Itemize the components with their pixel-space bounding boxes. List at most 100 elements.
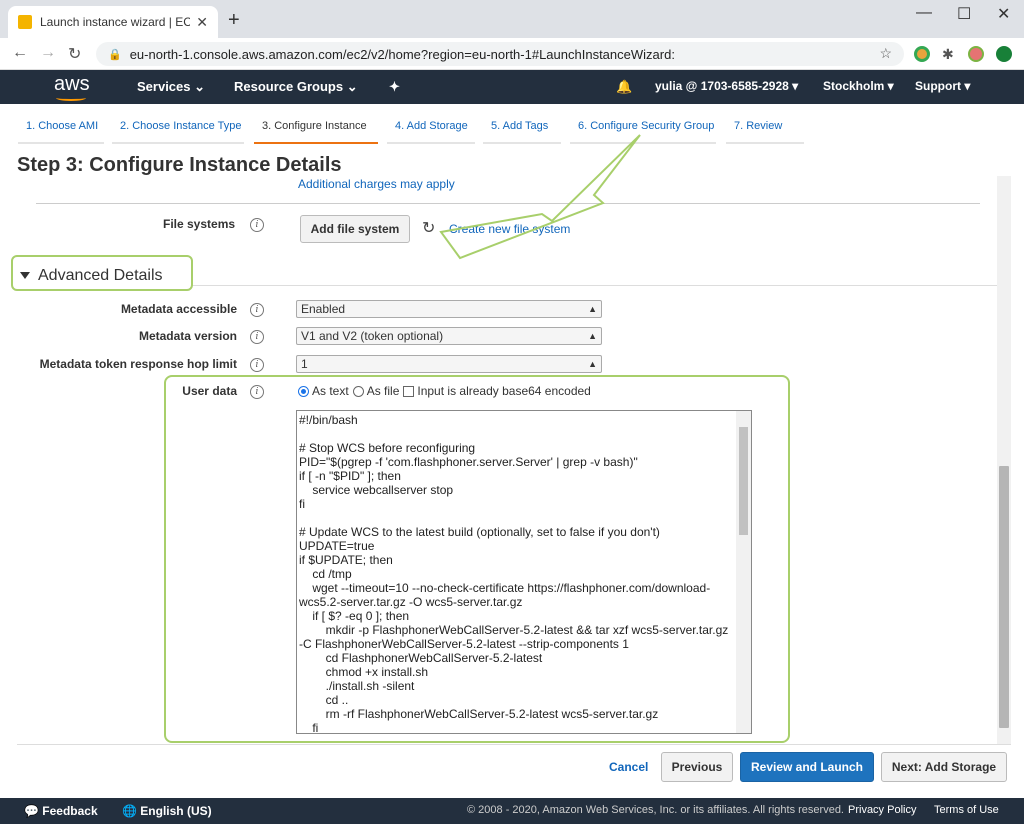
- info-icon[interactable]: i: [250, 303, 264, 317]
- aws-smile-icon: [56, 95, 86, 101]
- base64-checkbox[interactable]: [403, 385, 415, 397]
- url-text: eu-north-1.console.aws.amazon.com/ec2/v2…: [129, 46, 675, 62]
- address-bar[interactable]: 🔒 eu-north-1.console.aws.amazon.com/ec2/…: [96, 42, 904, 66]
- aws-logo-text: aws: [54, 73, 90, 95]
- profile-avatar-icon[interactable]: [968, 46, 984, 62]
- privacy-policy-link[interactable]: Privacy Policy: [848, 804, 916, 816]
- pin-icon[interactable]: ✦: [389, 79, 400, 95]
- services-menu[interactable]: Services ⌄: [137, 79, 205, 95]
- extension-1-icon[interactable]: [914, 46, 930, 62]
- page-scrollbar[interactable]: [997, 176, 1011, 744]
- update-icon[interactable]: [996, 46, 1012, 62]
- browser-tab[interactable]: Launch instance wizard | EC2 Ma ✕: [8, 6, 218, 38]
- browser-toolbar: ← → ↻ 🔒 eu-north-1.console.aws.amazon.co…: [0, 38, 1024, 70]
- step-choose-ami[interactable]: 1. Choose AMI: [26, 120, 98, 132]
- as-file-radio[interactable]: [352, 385, 364, 397]
- refresh-icon[interactable]: ↻: [422, 218, 435, 238]
- select-arrows-icon: ▲: [588, 331, 597, 341]
- as-file-label: As file: [366, 384, 400, 398]
- divider: [36, 203, 980, 204]
- services-label: Services: [137, 79, 191, 94]
- back-icon[interactable]: ←: [12, 44, 28, 62]
- info-icon[interactable]: i: [250, 358, 264, 372]
- divider: [17, 744, 1011, 745]
- step-underline: [18, 142, 104, 144]
- support-label: Support: [915, 79, 961, 93]
- step-add-tags[interactable]: 5. Add Tags: [491, 120, 548, 132]
- copyright-text: © 2008 - 2020, Amazon Web Services, Inc.…: [467, 804, 844, 816]
- region-menu[interactable]: Stockholm ▾: [823, 79, 894, 93]
- additional-charges-link[interactable]: Additional charges may apply: [298, 177, 455, 191]
- aws-navbar: aws Services ⌄ Resource Groups ⌄ ✦ 🔔 yul…: [0, 70, 1024, 104]
- metadata-accessible-select[interactable]: Enabled ▲: [296, 300, 602, 318]
- textarea-scroll-thumb[interactable]: [739, 427, 748, 535]
- extensions-puzzle-icon[interactable]: ✱: [942, 46, 958, 62]
- advanced-details-toggle[interactable]: Advanced Details: [20, 267, 163, 285]
- new-tab-icon[interactable]: +: [228, 9, 240, 32]
- maximize-icon[interactable]: ☐: [957, 4, 971, 24]
- minimize-icon[interactable]: —: [916, 4, 932, 22]
- step-choose-instance-type[interactable]: 2. Choose Instance Type: [120, 120, 242, 132]
- terms-of-use-link[interactable]: Terms of Use: [934, 804, 999, 816]
- feedback-link[interactable]: 💬 Feedback: [24, 804, 98, 818]
- resource-groups-menu[interactable]: Resource Groups ⌄: [234, 79, 358, 95]
- account-menu[interactable]: yulia @ 1703-6585-2928 ▾: [655, 79, 798, 93]
- review-and-launch-button[interactable]: Review and Launch: [740, 752, 874, 782]
- language-selector[interactable]: 🌐 English (US): [122, 804, 212, 818]
- as-text-label: As text: [312, 384, 349, 398]
- metadata-version-select[interactable]: V1 and V2 (token optional) ▲: [296, 327, 602, 345]
- wizard-steps: 1. Choose AMI 2. Choose Instance Type 3.…: [0, 104, 1024, 146]
- step-underline: [570, 142, 716, 144]
- select-value: V1 and V2 (token optional): [301, 329, 444, 343]
- aws-favicon-icon: [18, 15, 32, 29]
- arrow-shape: [439, 134, 641, 260]
- step-review[interactable]: 7. Review: [734, 120, 782, 132]
- next-add-storage-button[interactable]: Next: Add Storage: [881, 752, 1007, 782]
- page-scroll-thumb[interactable]: [999, 466, 1009, 728]
- create-file-system-link[interactable]: Create new file system: [449, 222, 570, 236]
- info-icon[interactable]: i: [250, 218, 264, 232]
- page-title: Step 3: Configure Instance Details: [17, 154, 342, 176]
- add-file-system-button[interactable]: Add file system: [300, 215, 410, 243]
- step-underline: [483, 142, 561, 144]
- file-systems-label: File systems: [163, 217, 236, 231]
- hop-limit-label: Metadata token response hop limit: [39, 357, 237, 371]
- select-arrows-icon: ▲: [588, 359, 597, 369]
- select-value: Enabled: [301, 302, 346, 316]
- step-configure-security-group[interactable]: 6. Configure Security Group: [578, 120, 714, 132]
- select-value: 1: [301, 357, 308, 371]
- previous-button[interactable]: Previous: [661, 752, 733, 782]
- advanced-details-title: Advanced Details: [38, 267, 163, 284]
- browser-tab-strip: Launch instance wizard | EC2 Ma ✕ + — ☐ …: [0, 0, 1024, 38]
- support-menu[interactable]: Support ▾: [915, 79, 970, 93]
- lock-icon: 🔒: [108, 48, 122, 61]
- account-label: yulia @ 1703-6585-2928: [655, 79, 789, 93]
- step-underline: [387, 142, 475, 144]
- metadata-version-label: Metadata version: [138, 329, 237, 343]
- as-text-radio[interactable]: [298, 385, 309, 397]
- feedback-label: Feedback: [42, 804, 98, 818]
- bell-icon[interactable]: 🔔: [616, 79, 632, 95]
- info-icon[interactable]: i: [250, 330, 264, 344]
- language-label: English (US): [140, 804, 212, 818]
- aws-footer: 💬 Feedback 🌐 English (US) © 2008 - 2020,…: [0, 798, 1024, 824]
- step-configure-instance[interactable]: 3. Configure Instance: [262, 120, 367, 132]
- cancel-button[interactable]: Cancel: [609, 760, 648, 774]
- textarea-scrollbar[interactable]: [736, 411, 751, 733]
- tab-close-icon[interactable]: ✕: [196, 14, 208, 31]
- user-data-content: #!/bin/bash # Stop WCS before reconfigur…: [299, 413, 729, 734]
- info-icon[interactable]: i: [250, 385, 264, 399]
- reload-icon[interactable]: ↻: [68, 44, 81, 64]
- bookmark-star-icon[interactable]: ☆: [879, 45, 892, 62]
- resource-groups-label: Resource Groups: [234, 79, 344, 94]
- window-close-icon[interactable]: ✕: [997, 4, 1010, 24]
- step-add-storage[interactable]: 4. Add Storage: [395, 120, 468, 132]
- user-data-textarea[interactable]: #!/bin/bash # Stop WCS before reconfigur…: [296, 410, 752, 734]
- aws-logo[interactable]: aws: [54, 73, 90, 101]
- step-underline-active: [254, 142, 378, 144]
- divider: [193, 285, 997, 286]
- forward-icon[interactable]: →: [40, 44, 56, 62]
- step-underline: [112, 142, 244, 144]
- base64-label: Input is already base64 encoded: [417, 384, 591, 398]
- hop-limit-select[interactable]: 1 ▲: [296, 355, 602, 373]
